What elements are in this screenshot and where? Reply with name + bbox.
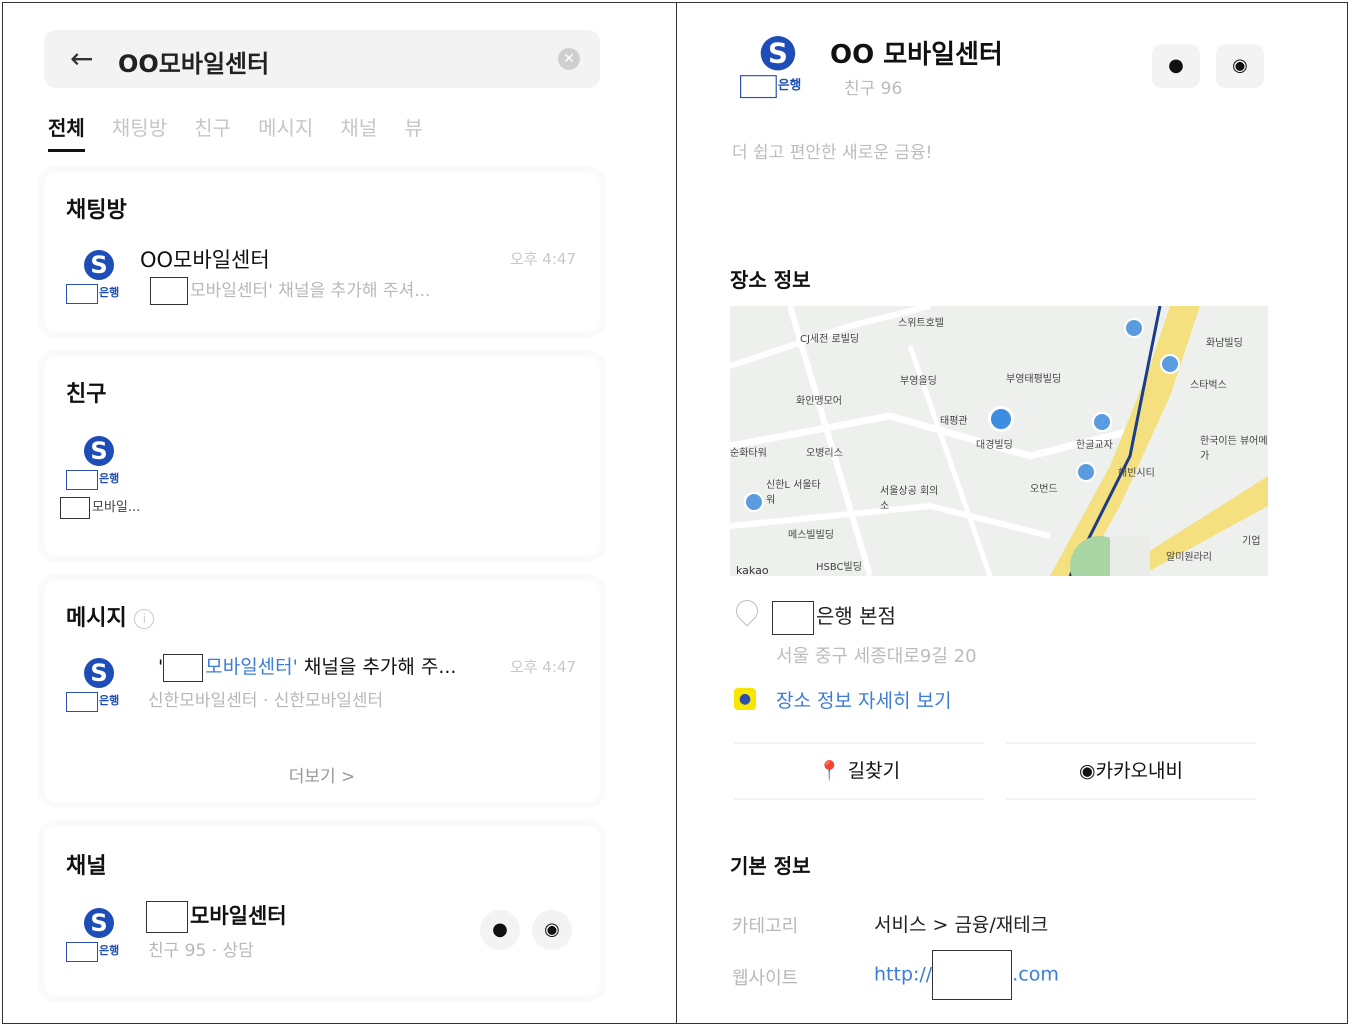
redacted-box xyxy=(66,942,98,962)
branch-address: 서울 중구 세종대로9길 20 xyxy=(776,646,977,667)
kakao-navi-button[interactable]: ◉카카오내비 xyxy=(1006,742,1256,800)
location-pin-icon xyxy=(988,406,1014,432)
tab-channel[interactable]: 채널 xyxy=(340,112,377,149)
section-title-friends: 친구 xyxy=(66,382,107,407)
route-button[interactable]: 📍 길찾기 xyxy=(734,742,984,800)
shinhan-logo-icon: S xyxy=(84,908,114,938)
shinhan-logo-icon: S xyxy=(84,658,114,688)
chatroom-section: 채팅방 S 은행 OO모바일센터 오후 4:47 모바일센터' 채널을 추가해 … xyxy=(44,172,600,332)
friends-section: 친구 S 은행 모바일... xyxy=(44,356,600,556)
search-bar[interactable]: ← OO모바일센터 ✕ xyxy=(44,30,600,88)
channel-section: 채널 S 은행 모바일센터 친구 95 · 상담 ● ◉ xyxy=(44,826,600,996)
chatroom-time: 오후 4:47 xyxy=(509,250,576,268)
bank-logo: S 은행 xyxy=(66,908,128,964)
profile-title: OO 모바일센터 xyxy=(830,40,1003,70)
bus-stop-icon xyxy=(744,492,764,512)
place-info-title: 장소 정보 xyxy=(730,268,811,292)
bus-stop-icon xyxy=(1160,354,1180,374)
bus-stop-icon xyxy=(1092,412,1112,432)
tab-messages[interactable]: 메시지 xyxy=(258,112,313,149)
redacted-box xyxy=(66,470,98,490)
tab-friends[interactable]: 친구 xyxy=(194,112,231,149)
back-arrow-icon[interactable]: ← xyxy=(70,42,93,75)
section-title-chatroom: 채팅방 xyxy=(66,198,127,223)
message-time: 오후 4:47 xyxy=(509,658,576,676)
add-channel-icon[interactable]: ◉ xyxy=(532,910,572,950)
basic-info-title: 기본 정보 xyxy=(730,854,811,878)
search-input[interactable]: OO모바일센터 xyxy=(118,44,269,79)
website-label: 웹사이트 xyxy=(732,968,799,989)
panel-divider xyxy=(676,2,677,1024)
bus-stop-icon xyxy=(1076,462,1096,482)
chat-bubble-icon[interactable]: ● xyxy=(1152,44,1200,88)
redacted-box xyxy=(66,284,98,304)
category-value: 서비스 > 금융/재테크 xyxy=(874,914,1049,936)
tab-view[interactable]: 뷰 xyxy=(404,112,422,149)
channel-name: 모바일센터 xyxy=(146,900,287,933)
chatroom-name: OO모바일센터 xyxy=(140,248,270,272)
result-tabs: 전체 채팅방 친구 메시지 채널 뷰 xyxy=(48,112,445,152)
pin-icon: 📍 xyxy=(817,760,842,782)
navi-icon: ◉ xyxy=(1079,760,1096,782)
channel-sub: 친구 95 · 상담 xyxy=(148,941,254,961)
bank-logo: S 은행 xyxy=(66,250,128,306)
section-title-channel: 채널 xyxy=(66,854,107,879)
message-source: 신한모바일센터 · 신한모바일센터 xyxy=(148,691,384,711)
branch-name: 은행 본점 xyxy=(772,600,896,635)
bank-logo: S 은행 xyxy=(66,658,128,714)
bus-stop-icon xyxy=(1124,318,1144,338)
website-link[interactable]: http://.com xyxy=(874,950,1059,1000)
bank-logo: S 은행 xyxy=(66,436,128,492)
messages-section: 메시지 i S 은행 ' 모바일센터' 채널을 추가해 주... 오후 4:47 … xyxy=(44,580,600,802)
shinhan-logo-icon: S xyxy=(84,250,114,280)
profile-tagline: 더 쉽고 편안한 새로운 금융! xyxy=(732,143,933,163)
clear-icon[interactable]: ✕ xyxy=(558,48,580,70)
friend-name: 모바일... xyxy=(60,496,140,519)
bank-logo: S 은행 xyxy=(740,36,811,100)
place-detail-link[interactable]: 장소 정보 자세히 보기 xyxy=(776,686,951,713)
location-map[interactable]: 스위트호텔 CJ세전 로빌딩 부영을딩 부영태평빌딩 화인맹모어 태평관 대경빌… xyxy=(730,306,1268,576)
shinhan-logo-icon: S xyxy=(84,436,114,466)
map-watermark: kakao xyxy=(736,564,769,576)
chat-bubble-icon[interactable]: ● xyxy=(480,910,520,950)
category-label: 카테고리 xyxy=(732,916,799,937)
redacted-box xyxy=(740,75,777,99)
shinhan-logo-icon: S xyxy=(760,36,796,71)
info-icon[interactable]: i xyxy=(134,609,155,629)
more-link[interactable]: 더보기 > xyxy=(44,762,600,787)
tab-chatroom[interactable]: 채팅방 xyxy=(112,112,167,149)
map-pin-icon: ● xyxy=(734,688,756,710)
add-channel-icon[interactable]: ◉ xyxy=(1216,44,1264,88)
section-title-messages: 메시지 i xyxy=(66,600,155,632)
chatroom-preview: 모바일센터' 채널을 추가해 주셔... xyxy=(150,276,430,305)
friend-count: 친구 96 xyxy=(844,79,903,99)
redacted-box xyxy=(66,692,98,712)
tab-all[interactable]: 전체 xyxy=(48,112,85,152)
message-text: ' 모바일센터' 채널을 추가해 주... xyxy=(158,652,456,682)
